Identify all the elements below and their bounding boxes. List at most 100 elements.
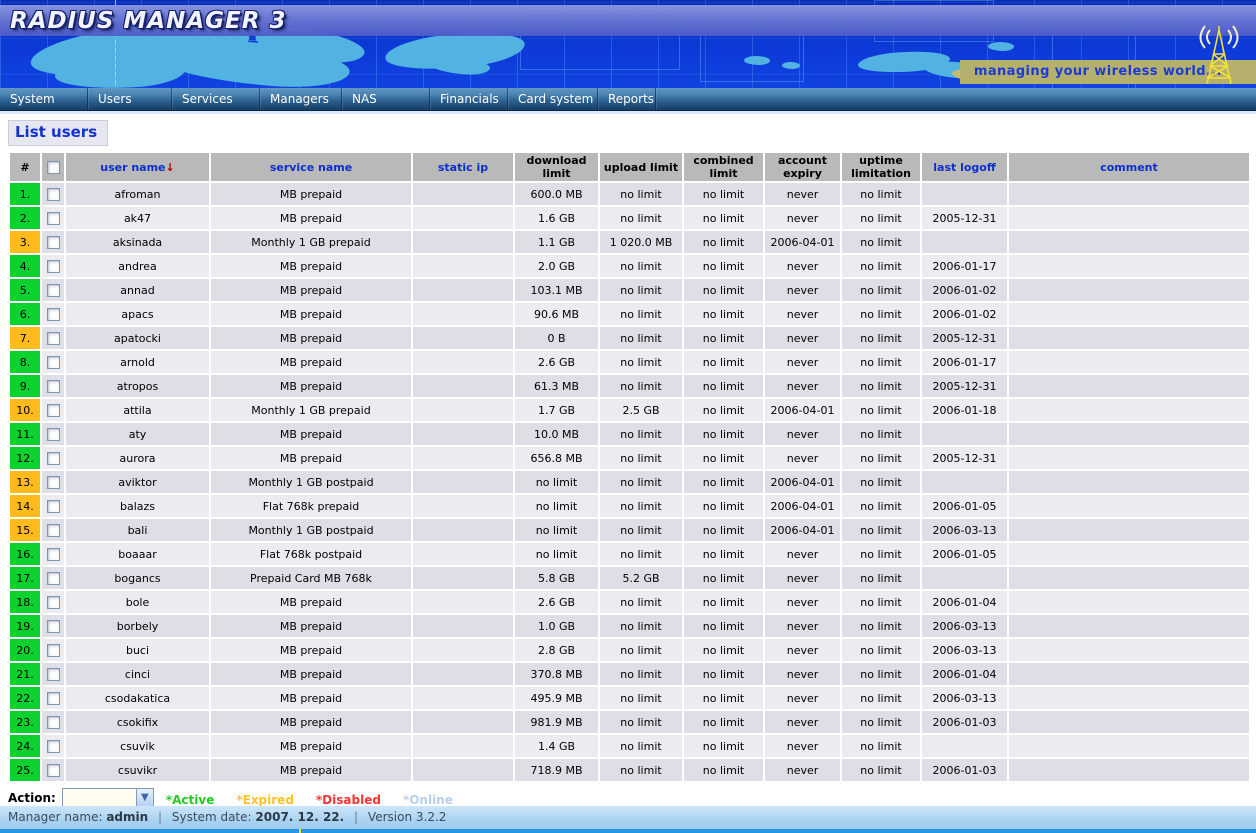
row-checkbox[interactable] (47, 260, 60, 273)
row-number: 20. (10, 639, 40, 661)
select-all-checkbox[interactable] (47, 161, 60, 174)
cell-user-name[interactable]: afroman (66, 183, 209, 205)
cell-user-name[interactable]: bole (66, 591, 209, 613)
row-checkbox[interactable] (47, 356, 60, 369)
cell-static-ip (413, 591, 513, 613)
cell-user-name[interactable]: ak47 (66, 207, 209, 229)
row-number: 21. (10, 663, 40, 685)
cell-user-name[interactable]: borbely (66, 615, 209, 637)
cell-download-limit: 370.8 MB (515, 663, 598, 685)
row-checkbox[interactable] (47, 740, 60, 753)
cell-user-name[interactable]: cinci (66, 663, 209, 685)
row-checkbox[interactable] (47, 332, 60, 345)
menu-item-card-system[interactable]: Card system (508, 88, 598, 110)
row-checkbox[interactable] (47, 620, 60, 633)
row-checkbox[interactable] (47, 692, 60, 705)
cell-upload-limit: no limit (600, 471, 682, 493)
cell-user-name[interactable]: aksinada (66, 231, 209, 253)
cell-service-name: MB prepaid (211, 279, 411, 301)
row-checkbox[interactable] (47, 428, 60, 441)
row-number: 15. (10, 519, 40, 541)
cell-static-ip (413, 375, 513, 397)
column-header-combined-limit[interactable]: combined limit (684, 153, 763, 181)
column-header-account-expiry[interactable]: account expiry (765, 153, 840, 181)
row-checkbox[interactable] (47, 668, 60, 681)
row-checkbox[interactable] (47, 380, 60, 393)
cell-user-name[interactable]: arnold (66, 351, 209, 373)
menu-item-services[interactable]: Services (172, 88, 260, 110)
cell-user-name[interactable]: atropos (66, 375, 209, 397)
column-header-download-limit[interactable]: download limit (515, 153, 598, 181)
cell-user-name[interactable]: buci (66, 639, 209, 661)
cell-user-name[interactable]: apatocki (66, 327, 209, 349)
table-row: 11.atyMB prepaid10.0 MBno limitno limitn… (10, 423, 1249, 445)
cell-service-name: MB prepaid (211, 591, 411, 613)
cell-upload-limit: 5.2 GB (600, 567, 682, 589)
cell-user-name[interactable]: apacs (66, 303, 209, 325)
row-checkbox[interactable] (47, 596, 60, 609)
cell-user-name[interactable]: csokifix (66, 711, 209, 733)
cell-user-name[interactable]: balazs (66, 495, 209, 517)
row-checkbox[interactable] (47, 500, 60, 513)
cell-user-name[interactable]: attila (66, 399, 209, 421)
row-checkbox[interactable] (47, 524, 60, 537)
cell-upload-limit: no limit (600, 279, 682, 301)
column-header-last-logoff[interactable]: last logoff (922, 153, 1007, 181)
menu-item-financials[interactable]: Financials (430, 88, 508, 110)
menu-item-nas[interactable]: NAS (342, 88, 430, 110)
column-header-user-name[interactable]: user name↓ (66, 153, 209, 181)
row-checkbox[interactable] (47, 476, 60, 489)
row-checkbox[interactable] (47, 716, 60, 729)
row-checkbox[interactable] (47, 404, 60, 417)
row-number: 23. (10, 711, 40, 733)
cell-user-name[interactable]: csuvik (66, 735, 209, 757)
row-checkbox[interactable] (47, 452, 60, 465)
column-header-upload-limit[interactable]: upload limit (600, 153, 682, 181)
cell-upload-limit: no limit (600, 375, 682, 397)
menu-item-reports[interactable]: Reports (598, 88, 656, 110)
cell-user-name[interactable]: bali (66, 519, 209, 541)
row-checkbox[interactable] (47, 548, 60, 561)
cell-user-name[interactable]: boaaar (66, 543, 209, 565)
chevron-down-icon[interactable]: ▼ (136, 789, 153, 807)
column-header-uptime-limitation[interactable]: uptime limitation (842, 153, 920, 181)
column-header-num[interactable]: # (10, 153, 40, 181)
column-header-service-name[interactable]: service name (211, 153, 411, 181)
row-checkbox[interactable] (47, 236, 60, 249)
row-checkbox[interactable] (47, 188, 60, 201)
menu-item-users[interactable]: Users (88, 88, 172, 110)
cell-user-name[interactable]: aviktor (66, 471, 209, 493)
action-label: Action: (8, 791, 56, 805)
main-menu: SystemUsersServicesManagersNASFinancials… (0, 88, 1256, 111)
cell-download-limit: 2.6 GB (515, 591, 598, 613)
menu-item-system[interactable]: System (0, 88, 88, 110)
menu-item-managers[interactable]: Managers (260, 88, 342, 110)
cell-user-name[interactable]: csodakatica (66, 687, 209, 709)
row-checkbox[interactable] (47, 308, 60, 321)
cell-service-name: Monthly 1 GB postpaid (211, 519, 411, 541)
row-checkbox[interactable] (47, 284, 60, 297)
cell-user-name[interactable]: csuvikr (66, 759, 209, 781)
row-checkbox[interactable] (47, 764, 60, 777)
cell-uptime-limitation: no limit (842, 183, 920, 205)
cell-account-expiry: never (765, 327, 840, 349)
cell-user-name[interactable]: annad (66, 279, 209, 301)
table-row: 19.borbelyMB prepaid1.0 GBno limitno lim… (10, 615, 1249, 637)
cell-static-ip (413, 567, 513, 589)
cell-user-name[interactable]: bogancs (66, 567, 209, 589)
row-checkbox[interactable] (47, 644, 60, 657)
row-checkbox[interactable] (47, 572, 60, 585)
row-checkbox-cell (42, 711, 64, 733)
cell-account-expiry: never (765, 759, 840, 781)
row-checkbox-cell (42, 375, 64, 397)
cell-user-name[interactable]: aurora (66, 447, 209, 469)
row-checkbox[interactable] (47, 212, 60, 225)
row-checkbox-cell (42, 615, 64, 637)
action-select[interactable]: ▼ (62, 788, 154, 808)
cell-user-name[interactable]: aty (66, 423, 209, 445)
column-header-comment[interactable]: comment (1009, 153, 1249, 181)
cell-combined-limit: no limit (684, 735, 763, 757)
cell-user-name[interactable]: andrea (66, 255, 209, 277)
column-header-static-ip[interactable]: static ip (413, 153, 513, 181)
column-header-select-all[interactable] (42, 153, 64, 181)
